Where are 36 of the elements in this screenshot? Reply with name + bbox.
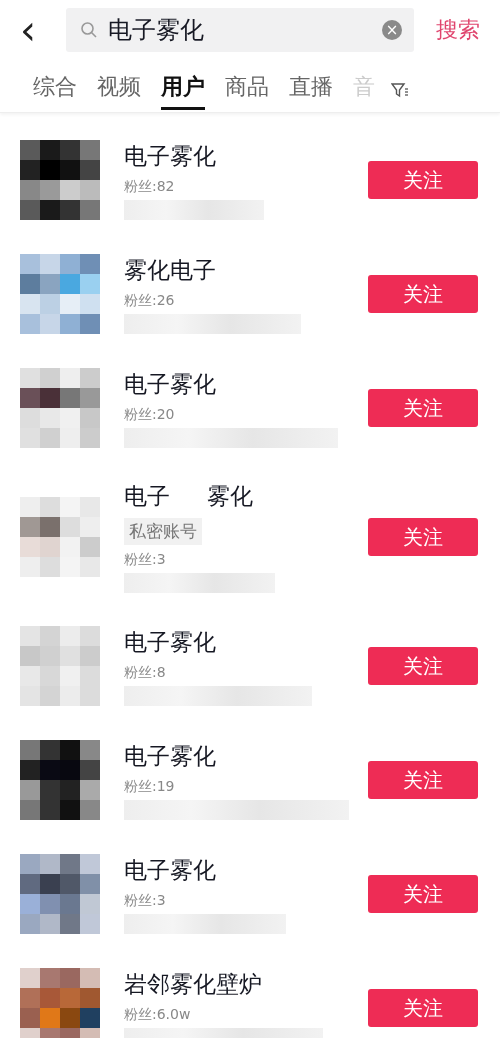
follow-button[interactable]: 关注 xyxy=(368,761,478,799)
search-field[interactable]: 电子雾化 × xyxy=(66,8,414,52)
private-account-tag: 私密账号 xyxy=(124,518,202,545)
follow-button[interactable]: 关注 xyxy=(368,647,478,685)
follow-button[interactable]: 关注 xyxy=(368,275,478,313)
search-icon xyxy=(80,21,98,39)
follow-button[interactable]: 关注 xyxy=(368,875,478,913)
follow-button[interactable]: 关注 xyxy=(368,389,478,427)
user-name: 电子雾化 xyxy=(124,741,216,771)
user-name: 电子 雾化 xyxy=(124,482,253,511)
user-name: 电子雾化 xyxy=(124,855,216,885)
follower-count: 粉丝:6.0w xyxy=(124,1005,191,1024)
back-button[interactable]: ‹ xyxy=(20,10,66,50)
tab[interactable]: 用户 xyxy=(161,70,205,110)
user-name: 电子雾化 xyxy=(124,369,216,399)
follower-count: 粉丝:3 xyxy=(124,891,166,910)
follower-count: 粉丝:26 xyxy=(124,291,175,310)
filter-icon[interactable] xyxy=(391,82,409,98)
clear-button[interactable]: × xyxy=(382,20,402,40)
tab[interactable]: 直播 xyxy=(289,70,333,110)
follower-count: 粉丝:19 xyxy=(124,777,175,796)
follow-button[interactable]: 关注 xyxy=(368,161,478,199)
user-name: 雾化电子 xyxy=(124,255,216,285)
follower-count: 粉丝:20 xyxy=(124,405,175,424)
tab[interactable]: 商品 xyxy=(225,70,269,110)
follower-count: 粉丝:3 xyxy=(124,551,166,569)
user-name: 电子雾化 xyxy=(124,141,216,171)
user-name: 电子雾化 xyxy=(124,627,216,657)
search-button[interactable]: 搜索 xyxy=(436,15,480,45)
follow-button[interactable]: 关注 xyxy=(368,989,478,1027)
tab[interactable]: 视频 xyxy=(97,70,141,110)
follower-count: 粉丝:82 xyxy=(124,177,175,196)
follow-button[interactable]: 关注 xyxy=(368,518,478,556)
follower-count: 粉丝:8 xyxy=(124,663,166,682)
tab[interactable]: 综合 xyxy=(33,70,77,110)
user-name: 岩邻雾化壁炉 xyxy=(124,969,262,999)
